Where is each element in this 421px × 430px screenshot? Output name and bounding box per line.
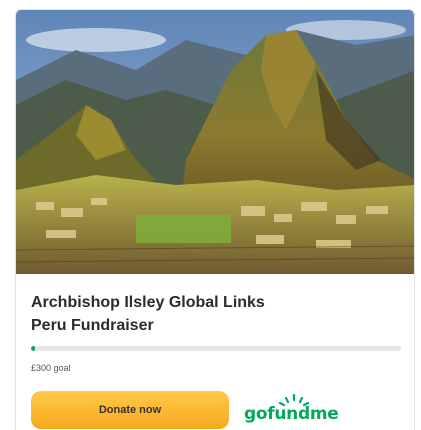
gofundme-logo[interactable]: gofundme [244, 392, 339, 428]
progress-fill [31, 346, 35, 351]
donate-button[interactable]: Donate now [31, 391, 229, 429]
fundraiser-image[interactable] [16, 10, 414, 274]
goal-amount: £300 goal [31, 363, 71, 373]
title-line-2[interactable]: Peru Fundraiser [31, 314, 371, 337]
progress-bar [31, 346, 401, 351]
fundraiser-title[interactable]: Archbishop Ilsley Global Links Peru Fund… [31, 291, 371, 337]
fundraiser-card[interactable]: Archbishop Ilsley Global Links Peru Fund… [15, 9, 415, 430]
logo-text: gofundme [244, 404, 339, 424]
title-line-1[interactable]: Archbishop Ilsley Global Links [31, 291, 371, 314]
